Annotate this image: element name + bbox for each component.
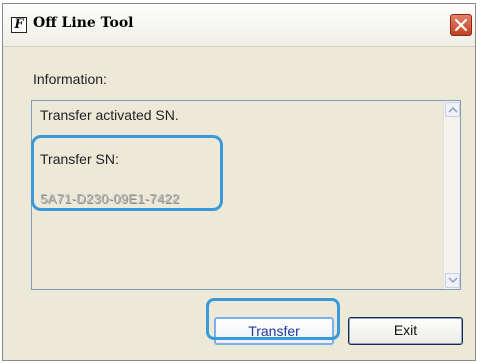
vertical-scrollbar[interactable] <box>443 101 460 289</box>
title-bar[interactable]: F Off Line Tool <box>3 4 475 47</box>
info-line-activated: Transfer activated SN. <box>40 107 179 123</box>
close-button[interactable] <box>450 14 472 36</box>
exit-button[interactable]: Exit <box>348 317 463 345</box>
window-title: Off Line Tool <box>33 15 134 31</box>
app-icon: F <box>11 17 27 33</box>
serial-highlight-annotation <box>31 135 223 211</box>
scroll-down-button[interactable] <box>445 273 460 288</box>
close-icon <box>454 18 468 32</box>
chevron-up-icon <box>448 106 458 113</box>
scroll-up-button[interactable] <box>445 102 460 117</box>
information-label: Information: <box>33 71 107 87</box>
transfer-highlight-annotation <box>206 298 340 340</box>
chevron-down-icon <box>448 277 458 284</box>
